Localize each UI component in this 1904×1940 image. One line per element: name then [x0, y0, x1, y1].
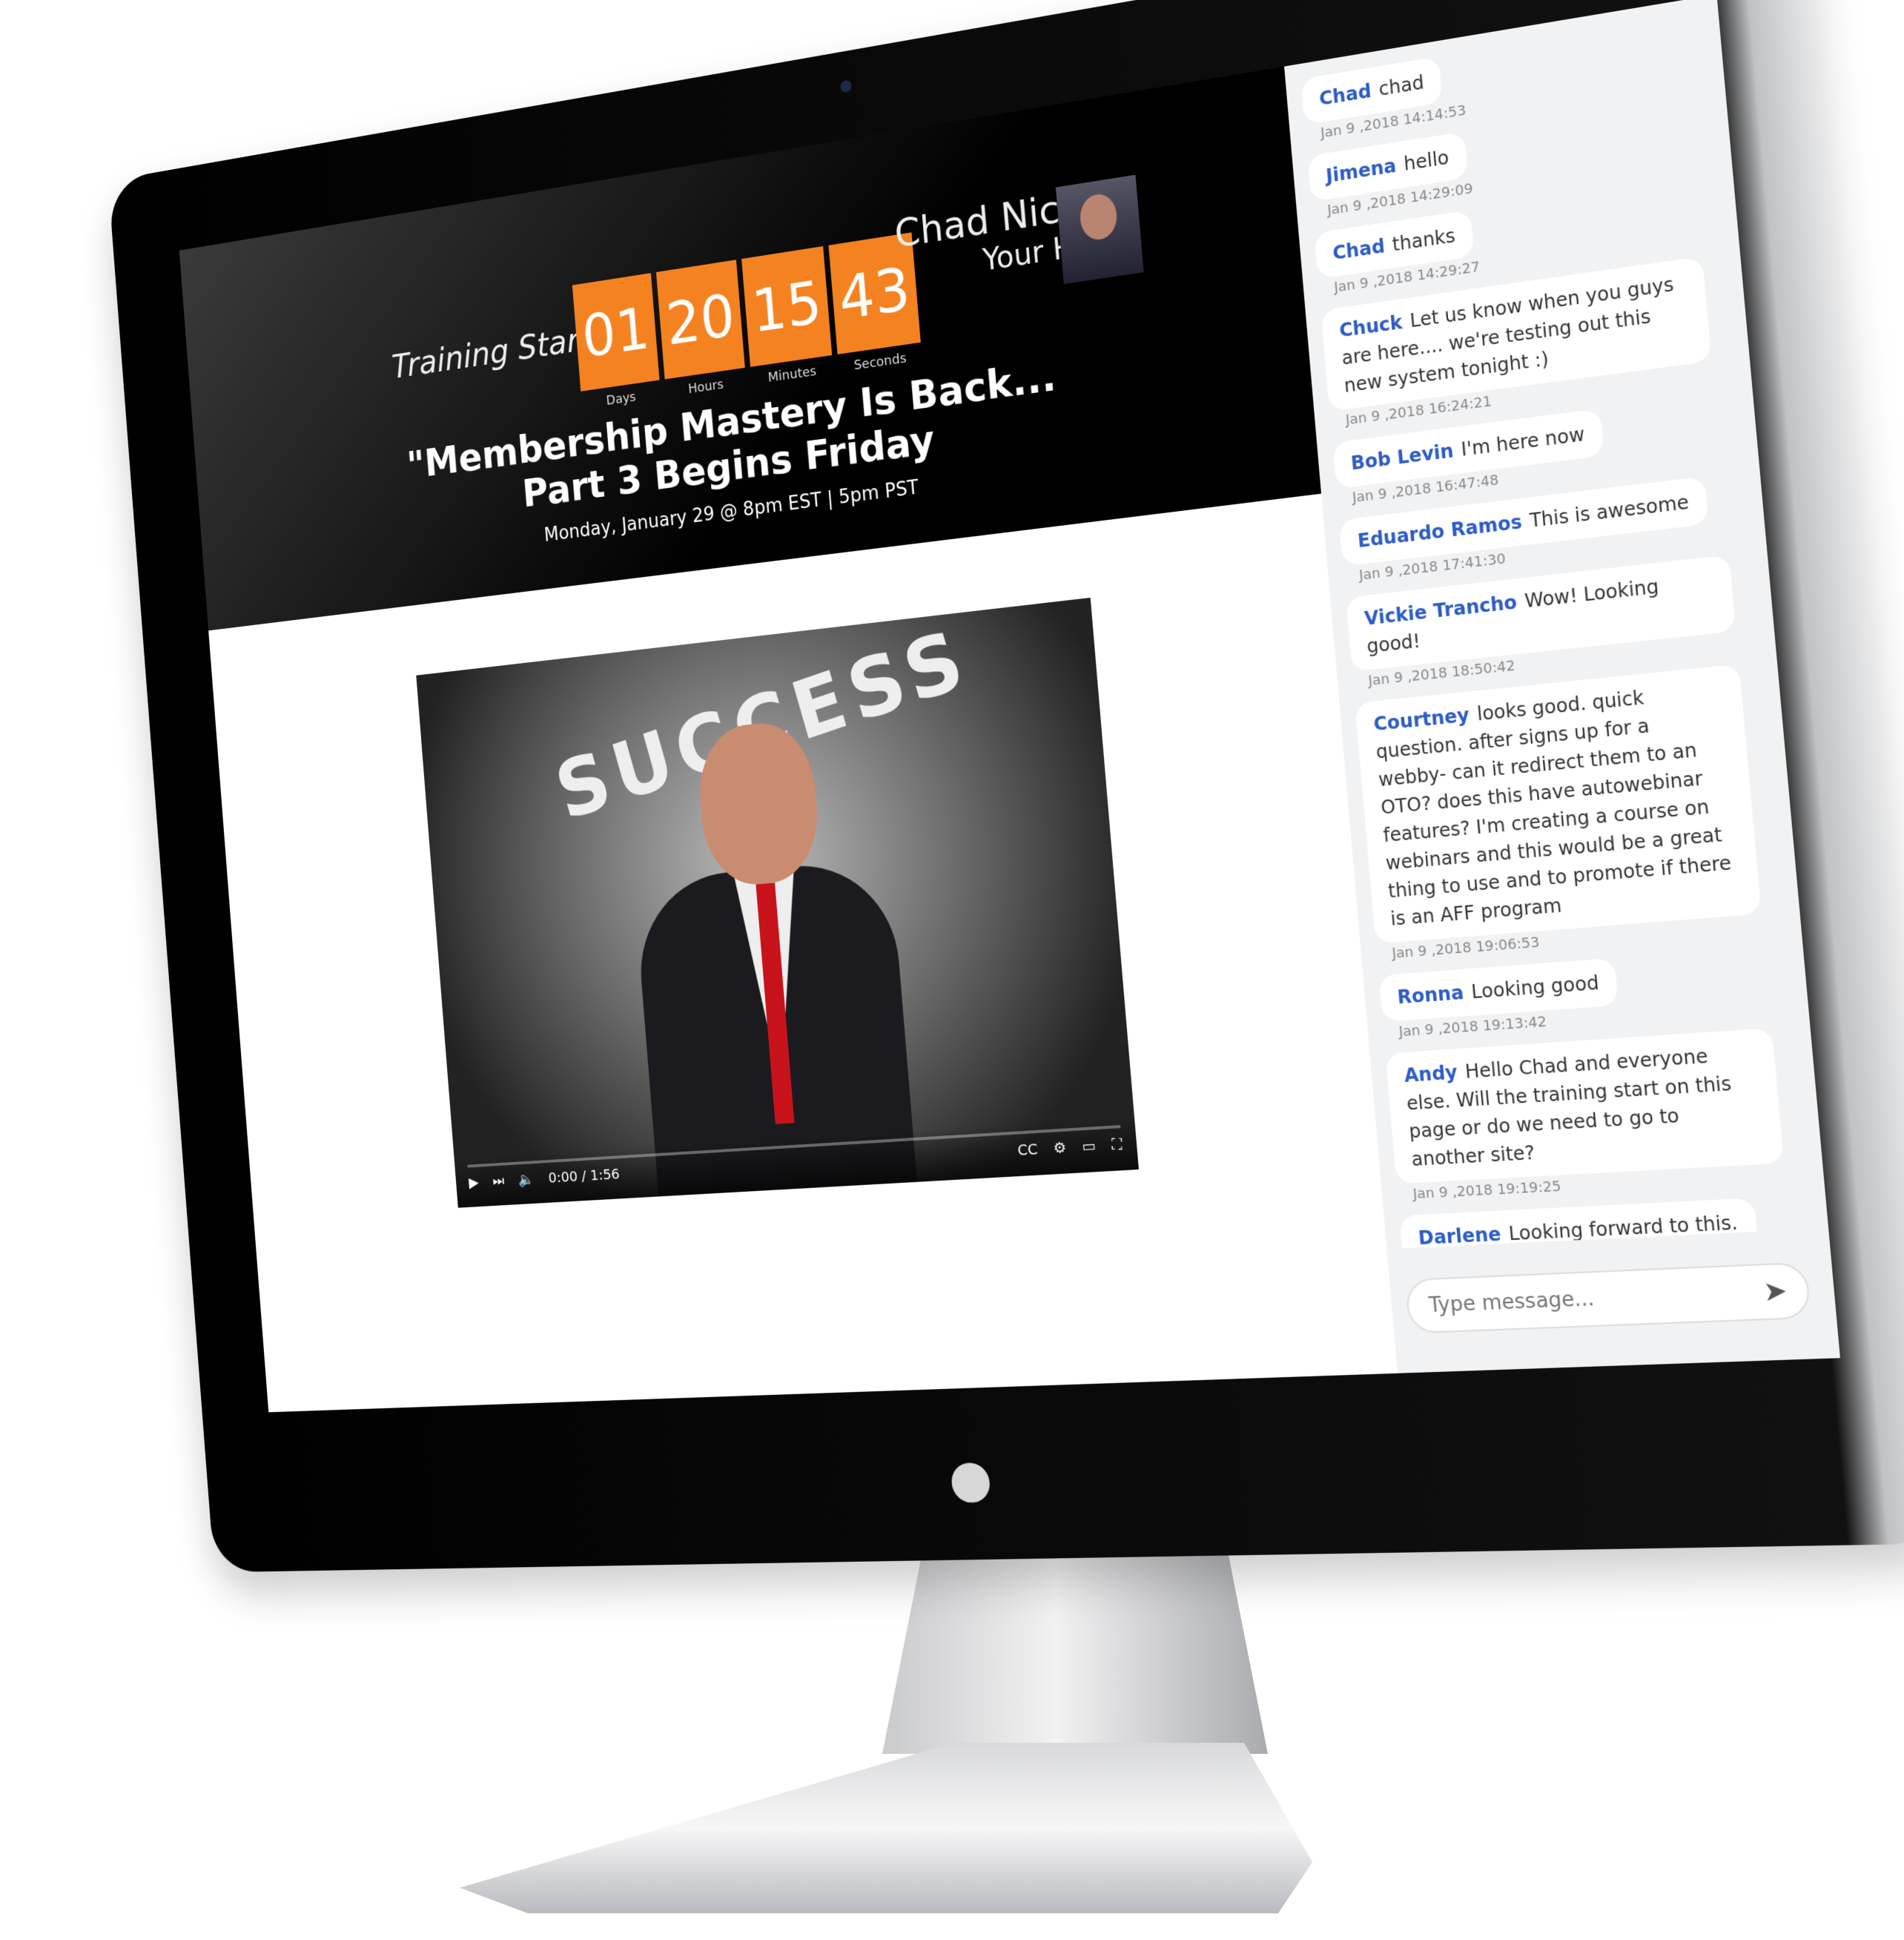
- countdown-hours: 20: [655, 260, 745, 380]
- sender-name: Vickie Trancho: [1363, 591, 1518, 630]
- volume-icon[interactable]: 🔈: [518, 1170, 535, 1188]
- host-avatar: [1055, 174, 1144, 285]
- sender-name: Chad: [1332, 235, 1386, 265]
- next-icon[interactable]: ⏭: [492, 1172, 504, 1190]
- sender-name: Chad: [1318, 80, 1372, 110]
- countdown-label: Minutes: [767, 363, 817, 386]
- sender-name: Andy: [1403, 1061, 1458, 1087]
- countdown-days: 01: [572, 273, 660, 392]
- sender-name: Chuck: [1338, 311, 1404, 342]
- presenter-image: [621, 696, 919, 1208]
- cc-icon[interactable]: CC: [1017, 1140, 1038, 1159]
- chat-message: Courtney looks good. quick question. afte…: [1355, 661, 1785, 963]
- message-text: chad: [1378, 71, 1425, 101]
- gear-icon[interactable]: ⚙: [1053, 1138, 1067, 1157]
- webinar-header: Training Starts In: 01 Days 20 Hours 15 Min…: [179, 66, 1322, 631]
- sender-name: Eduardo Ramos: [1356, 510, 1523, 552]
- message-text: This is awesome: [1528, 491, 1690, 532]
- sender-name: Jimena: [1325, 154, 1398, 188]
- screen: Training Starts In: 01 Days 20 Hours 15 Min…: [179, 0, 1840, 1413]
- message-text: thanks: [1391, 225, 1456, 256]
- chat-message: Ronna Looking good Jan 9 ,2018 19:13:42: [1378, 945, 1792, 1041]
- message-bubble: Courtney looks good. quick question. afte…: [1355, 664, 1762, 944]
- message-bubble: Andy Hello Chad and everyone else. Will t…: [1385, 1028, 1785, 1184]
- play-icon[interactable]: ▶: [468, 1173, 479, 1191]
- message-text: Looking good: [1470, 971, 1600, 1003]
- message-input-box: ➤: [1404, 1261, 1812, 1334]
- video-player[interactable]: SUCCESS ▶ ⏭ 🔈 0:00 / 1:56 CC ⚙ ▭ ⛶: [416, 597, 1139, 1208]
- message-time: Jan 9 ,2018 19:21:37: [1419, 1247, 1812, 1248]
- theater-icon[interactable]: ▭: [1081, 1136, 1097, 1155]
- chat-message: DarleneLooking forward to this.Jan 9 ,20…: [1399, 1195, 1811, 1249]
- video-time: 0:00 / 1:56: [547, 1164, 621, 1187]
- camera: [839, 79, 853, 93]
- message-text: Looking forward to this.: [1507, 1211, 1739, 1245]
- message-input[interactable]: [1426, 1279, 1765, 1319]
- sender-name: Ronna: [1396, 981, 1465, 1009]
- message-text: hello: [1403, 146, 1450, 176]
- sender-name: Darlene: [1417, 1223, 1502, 1249]
- message-text: I'm here now: [1460, 423, 1586, 461]
- countdown-label: Days: [605, 389, 637, 409]
- countdown-label: Hours: [687, 376, 724, 397]
- countdown-label: Seconds: [853, 350, 908, 374]
- chat-messages[interactable]: Chad chad Jan 9 ,2018 14:14:53 Jimena hello J…: [1300, 13, 1811, 1249]
- apple-logo-icon: ●: [946, 1447, 995, 1510]
- chat-message: Andy Hello Chad and everyone else. Will t…: [1385, 1026, 1807, 1203]
- fullscreen-icon[interactable]: ⛶: [1111, 1135, 1123, 1153]
- sender-name: Bob Levin: [1349, 440, 1455, 475]
- send-icon[interactable]: ➤: [1762, 1275, 1789, 1308]
- countdown-minutes: 15: [741, 245, 833, 367]
- chat-panel: Chad chad Jan 9 ,2018 14:14:53 Jimena hello J…: [1284, 0, 1840, 1373]
- message-bubble: Darlene Looking forward to this.: [1399, 1198, 1758, 1249]
- monitor: ● Training Starts In: 01 Days 20 Hours 15 M…: [108, 0, 1904, 1573]
- sender-name: Courtney: [1372, 704, 1471, 736]
